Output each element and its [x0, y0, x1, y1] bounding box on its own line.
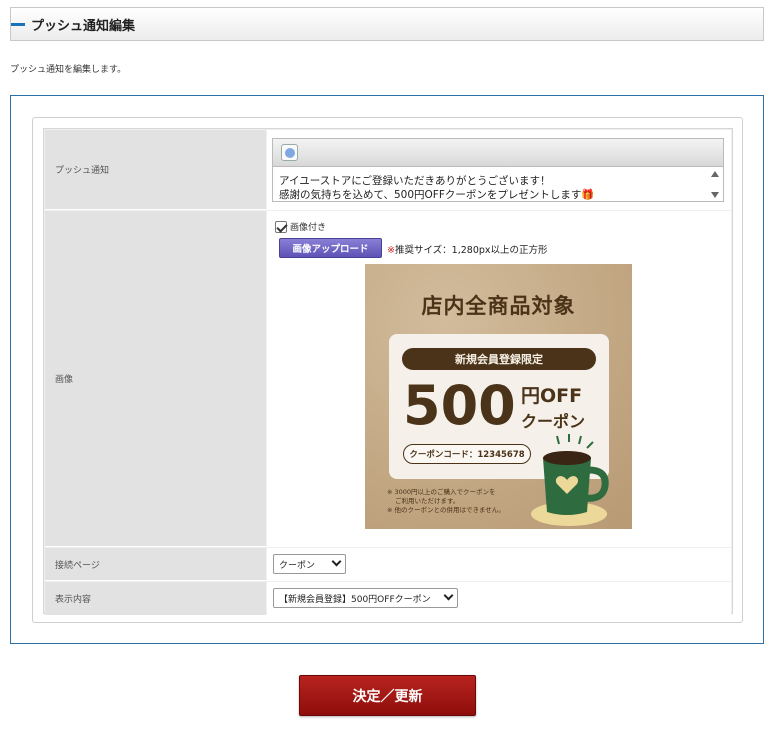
- form-frame: プッシュ通知 アイユーストアにご登録いただきありがとうございます！ 感謝の気持ち…: [32, 117, 743, 623]
- image-checkbox-line[interactable]: 画像付き: [275, 220, 326, 233]
- push-message-line2: 感謝の気持ちを込めて、500円OFFクーポンをプレゼントします🎁: [279, 189, 595, 201]
- link-page-select-value: クーポン: [279, 560, 316, 571]
- display-content-row: 表示内容 【新規会員登録】500円OFFクーポン: [45, 582, 731, 615]
- coupon-amount: 500: [403, 374, 516, 437]
- link-page-row: 接続ページ クーポン: [45, 548, 731, 581]
- image-label: 画像: [45, 211, 266, 546]
- chevron-down-icon: [443, 590, 454, 601]
- push-message-text[interactable]: アイユーストアにご登録いただきありがとうございます！ 感謝の気持ちを込めて、50…: [279, 174, 594, 202]
- push-message-editor[interactable]: アイユーストアにご登録いただきありがとうございます！ 感謝の気持ちを込めて、50…: [272, 138, 724, 202]
- push-row: プッシュ通知 アイユーストアにご登録いただきありがとうございます！ 感謝の気持ち…: [45, 130, 731, 210]
- editor-scrollbar[interactable]: [708, 168, 723, 201]
- coupon-headline: 店内全商品対象: [421, 294, 576, 318]
- link-page-select[interactable]: クーポン: [273, 554, 346, 574]
- push-label: プッシュ通知: [45, 130, 266, 209]
- display-content-select[interactable]: 【新規会員登録】500円OFFクーポン: [273, 588, 458, 608]
- image-row: 画像 画像付き 画像アップロード ※推奨サイズ：1,280px以上の正方形 店内…: [45, 211, 731, 547]
- coupon-off: 円OFF: [521, 385, 583, 407]
- link-page-label: 接続ページ: [45, 548, 266, 580]
- form-table: プッシュ通知 アイユーストアにご登録いただきありがとうございます！ 感謝の気持ち…: [43, 128, 733, 615]
- submit-update-button[interactable]: 決定／更新: [299, 675, 476, 716]
- display-content-value-cell: 【新規会員登録】500円OFFクーポン: [267, 582, 731, 615]
- image-upload-button[interactable]: 画像アップロード: [279, 238, 382, 258]
- coffee-mug-icon: [531, 434, 609, 526]
- coupon-notes: ※ 3000円以上のご購入でクーポンを ご利用いただけます。 ※ 他のクーポンと…: [387, 488, 505, 515]
- image-checkbox-label: 画像付き: [290, 223, 327, 233]
- upload-size-note: ※推奨サイズ：1,280px以上の正方形: [387, 242, 548, 256]
- display-content-label: 表示内容: [45, 582, 266, 615]
- display-content-select-value: 【新規会員登録】500円OFFクーポン: [279, 594, 431, 605]
- page-title: プッシュ通知編集: [31, 18, 136, 34]
- coupon-note3: ※ 他のクーポンとの併用はできません。: [387, 506, 505, 514]
- chevron-down-icon: [331, 556, 342, 567]
- coupon-note1: ※ 3000円以上のご購入でクーポンを: [387, 488, 496, 496]
- page-header: プッシュ通知編集: [10, 7, 764, 41]
- note-text: 推奨サイズ：1,280px以上の正方形: [394, 245, 548, 256]
- note-mark: ※: [387, 245, 395, 256]
- image-value-cell: 画像付き 画像アップロード ※推奨サイズ：1,280px以上の正方形 店内全商品…: [267, 211, 731, 546]
- header-accent-bar: [11, 22, 25, 26]
- push-message-line1: アイユーストアにご登録いただきありがとうございます！: [279, 175, 551, 187]
- form-container: プッシュ通知 アイユーストアにご登録いただきありがとうございます！ 感謝の気持ち…: [10, 95, 764, 644]
- page-description: プッシュ通知を編集します。: [10, 65, 127, 75]
- emoji-picker-icon[interactable]: [281, 144, 298, 161]
- coupon-code: クーポンコード：12345678: [403, 444, 531, 464]
- editor-toolbar: [273, 139, 723, 167]
- image-checkbox[interactable]: [275, 220, 287, 233]
- scroll-down-icon[interactable]: [711, 192, 719, 198]
- coupon-note2: ご利用いただけます。: [395, 497, 460, 505]
- coupon-word: クーポン: [521, 412, 586, 431]
- link-page-value-cell: クーポン: [267, 548, 731, 580]
- coupon-pill: 新規会員登録限定: [402, 348, 596, 370]
- coupon-image-preview: 店内全商品対象 新規会員登録限定 500 円OFF クーポン クーポンコード：1…: [365, 264, 632, 529]
- scroll-up-icon[interactable]: [711, 171, 719, 177]
- push-value-cell: アイユーストアにご登録いただきありがとうございます！ 感謝の気持ちを込めて、50…: [267, 130, 731, 209]
